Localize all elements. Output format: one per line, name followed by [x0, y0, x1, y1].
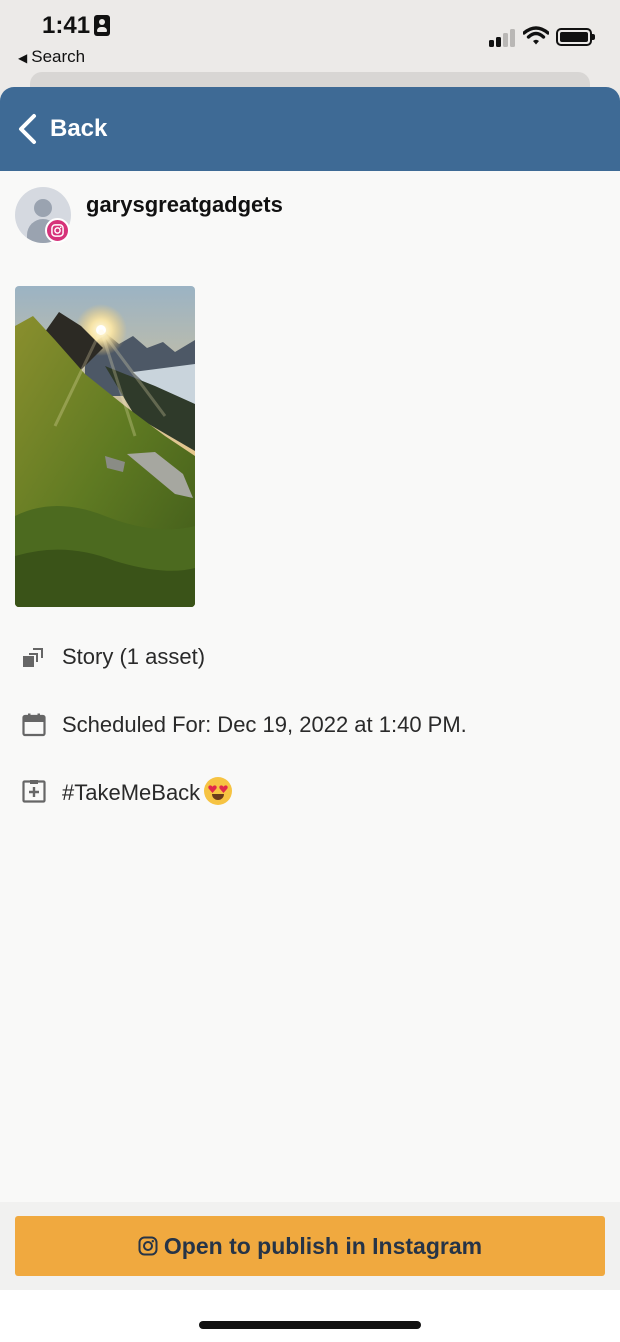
heart-eyes-emoji [204, 776, 233, 805]
schedule-row: Scheduled For: Dec 19, 2022 at 1:40 PM. [22, 708, 467, 742]
profile-username: garysgreatgadgets [86, 192, 283, 217]
cellular-signal-icon [489, 27, 517, 47]
app-header: Back [0, 87, 620, 171]
schedule-label: Scheduled For: Dec 19, 2022 at 1:40 PM. [62, 712, 467, 737]
instagram-icon [45, 218, 70, 243]
post-details: garysgreatgadgets Story (1 asset) Schedu… [0, 171, 620, 1202]
caption-hashtag: #TakeMeBack [62, 779, 201, 805]
caption-row: #TakeMeBack [22, 774, 233, 808]
media-type-label: Story (1 asset) [62, 644, 206, 669]
back-label: Back [50, 115, 108, 142]
story-thumbnail[interactable] [15, 286, 195, 607]
caption-text: #TakeMeBack [62, 776, 233, 806]
layers-icon [23, 648, 43, 667]
caption-icon [22, 780, 46, 803]
back-button[interactable]: Back [16, 111, 107, 147]
home-indicator[interactable] [199, 1321, 421, 1329]
wifi-icon [522, 26, 550, 46]
battery-icon [556, 28, 595, 46]
instagram-icon [138, 1236, 158, 1256]
back-to-app-label: Search [31, 47, 86, 66]
bottom-action-bar: Open to publish in Instagram [0, 1202, 620, 1290]
chevron-left-icon [19, 114, 36, 144]
calendar-icon [22, 713, 46, 737]
publish-button-label: Open to publish in Instagram [163, 1232, 483, 1259]
home-indicator-area [0, 1290, 620, 1342]
back-to-app-link[interactable]: ◀ Search [18, 47, 85, 67]
open-in-instagram-button[interactable]: Open to publish in Instagram [15, 1216, 605, 1276]
status-time: 1:41 [42, 12, 91, 39]
media-type-row: Story (1 asset) [22, 640, 205, 674]
id-card-icon [94, 15, 110, 36]
back-triangle-icon: ◀ [18, 51, 28, 65]
